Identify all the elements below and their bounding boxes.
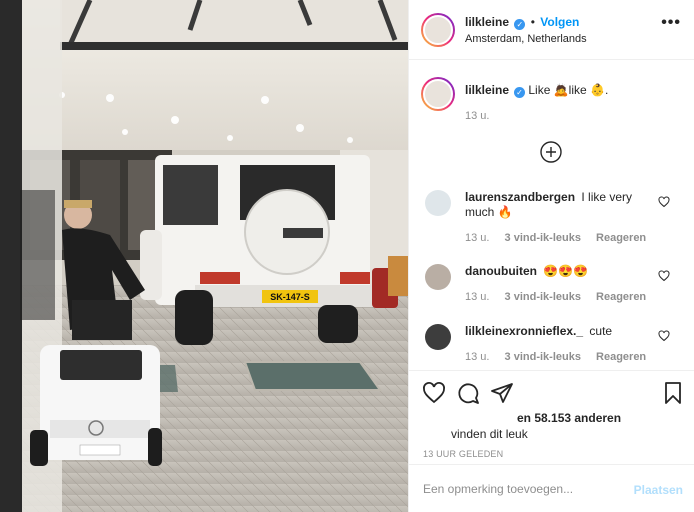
comment-time[interactable]: 13 u.	[465, 291, 489, 303]
toy-car-illustration	[30, 345, 162, 466]
comment-text: 😍😍😍	[543, 264, 589, 278]
comment-bubble-icon[interactable]	[456, 381, 480, 405]
comment-username[interactable]: danoubuiten	[465, 264, 537, 278]
follow-button[interactable]: Volgen	[540, 15, 579, 29]
reply-button[interactable]: Reageren	[596, 232, 646, 244]
comment-avatar[interactable]	[425, 264, 451, 290]
comment-item: danoubuiten 😍😍😍 13 u. 3 vind-ik-leuks Re…	[465, 264, 655, 303]
comment-item: lilkleinexronnieflex._ cute 13 u. 3 vind…	[465, 324, 655, 363]
likes-suffix: vinden dit leuk	[451, 427, 528, 441]
comment-item: laurenszandbergen I like very much 🔥 13 …	[465, 190, 655, 244]
save-bookmark-icon[interactable]	[661, 381, 685, 405]
load-more-comments-icon[interactable]	[540, 141, 562, 163]
comment-avatar[interactable]	[425, 190, 451, 216]
post-header: lilkleine ✓ • Volgen Amsterdam, Netherla…	[409, 0, 694, 60]
verified-icon: ✓	[514, 19, 526, 30]
author-username[interactable]: lilkleine	[465, 15, 509, 29]
comment-avatar[interactable]	[425, 324, 451, 350]
like-heart-icon[interactable]	[422, 381, 446, 405]
garage-photo-illustration: SK-147-S	[0, 0, 408, 512]
post-comment-button[interactable]: Plaatsen	[634, 483, 683, 497]
post-timestamp[interactable]: 13 UUR GELEDEN	[423, 449, 503, 459]
reply-button[interactable]: Reageren	[596, 291, 646, 303]
caption-username[interactable]: lilkleine	[465, 83, 509, 97]
post-photo[interactable]: SK-147-S	[0, 0, 408, 512]
comment-text: cute	[589, 324, 613, 338]
more-options-icon[interactable]: •••	[661, 14, 681, 32]
comment-like-heart-icon[interactable]	[658, 330, 670, 342]
comment-likes[interactable]: 3 vind-ik-leuks	[505, 291, 581, 303]
comment-composer: Plaatsen	[409, 464, 694, 512]
likes-count[interactable]: en 58.153 anderen	[517, 411, 621, 425]
verified-icon: ✓	[514, 87, 526, 98]
comment-input[interactable]	[423, 479, 623, 499]
post-location[interactable]: Amsterdam, Netherlands	[465, 33, 587, 45]
comment-likes[interactable]: 3 vind-ik-leuks	[505, 232, 581, 244]
comment-username[interactable]: laurenszandbergen	[465, 190, 575, 204]
reply-button[interactable]: Reageren	[596, 351, 646, 363]
comment-like-heart-icon[interactable]	[658, 270, 670, 282]
license-plate-text: SK-147-S	[270, 292, 310, 302]
post-sidebar: lilkleine ✓ • Volgen Amsterdam, Netherla…	[408, 0, 694, 512]
caption-avatar[interactable]	[421, 77, 455, 111]
caption: lilkleine ✓ Like 🙇like 👶. 13 u.	[465, 83, 680, 122]
caption-time[interactable]: 13 u.	[465, 110, 680, 122]
separator-dot: •	[530, 15, 535, 29]
comment-username[interactable]: lilkleinexronnieflex._	[465, 324, 583, 338]
comment-likes[interactable]: 3 vind-ik-leuks	[505, 351, 581, 363]
author-info: lilkleine ✓ • Volgen Amsterdam, Netherla…	[465, 15, 587, 45]
share-paper-plane-icon[interactable]	[490, 381, 514, 405]
caption-text: Like 🙇like 👶.	[528, 83, 609, 97]
author-avatar[interactable]	[421, 13, 455, 47]
comment-time[interactable]: 13 u.	[465, 351, 489, 363]
comment-time[interactable]: 13 u.	[465, 232, 489, 244]
comment-like-heart-icon[interactable]	[658, 196, 670, 208]
